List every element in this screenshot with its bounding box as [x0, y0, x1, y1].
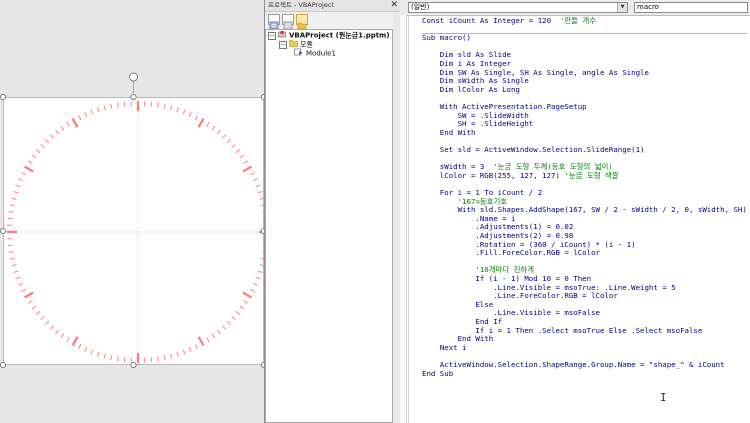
code-line[interactable]: ActiveWindow.Selection.ShapeRange.Group.…	[422, 360, 725, 370]
code-gutter	[400, 15, 407, 423]
object-combobox[interactable]: (일반) ▼	[408, 2, 628, 13]
collapse-icon[interactable]: −	[268, 31, 276, 40]
code-text: .Fill.ForeColor.RGB = lColor	[422, 248, 600, 258]
project-title: 프로젝트 - VBAProject	[268, 1, 334, 9]
project-toolbar	[265, 12, 400, 30]
chevron-down-icon[interactable]: ▼	[617, 3, 627, 12]
tree-item-label: Module1	[306, 49, 336, 58]
view-code-button[interactable]	[268, 14, 280, 30]
resize-handle[interactable]	[130, 361, 137, 368]
resize-handle[interactable]	[0, 94, 6, 101]
resize-handle[interactable]	[0, 361, 6, 368]
code-text: End Sub	[422, 368, 454, 378]
code-line[interactable]: lColor = RGB(255, 127, 127) '눈금 도형 색깔	[422, 170, 619, 181]
code-window: (일반) ▼ macro Const iCount As Integer = 1…	[400, 0, 750, 423]
module-icon	[294, 48, 304, 59]
slide-canvas[interactable]	[0, 0, 264, 423]
code-text: Sub macro()	[422, 33, 471, 43]
code-text: lColor = RGB(255, 127, 127)	[422, 170, 565, 180]
code-header: (일반) ▼ macro	[400, 0, 750, 16]
code-text: Const iCount As Integer = 120	[422, 16, 560, 25]
rotate-handle-icon[interactable]	[129, 72, 138, 82]
code-line[interactable]: Const iCount As Integer = 120 '만들 개수	[422, 16, 597, 26]
resize-handle[interactable]	[130, 94, 137, 101]
procedure-combobox[interactable]: macro	[634, 2, 748, 13]
tree-scrollbar[interactable]	[393, 12, 400, 423]
view-object-button[interactable]	[282, 14, 294, 30]
margin-indicator-bar[interactable]	[408, 15, 409, 423]
procedure-separator	[422, 33, 747, 35]
code-line[interactable]: .Fill.ForeColor.RGB = lColor	[422, 248, 600, 258]
code-text: Next i	[422, 342, 467, 352]
code-comment: '눈금 도형 색깔	[564, 170, 619, 180]
resize-handle[interactable]	[0, 227, 6, 234]
code-text: Dim lColor As Long	[422, 84, 520, 94]
project-explorer: 프로젝트 - VBAProject ✕ − VBAProject (원눈금1.pp…	[265, 0, 400, 423]
tree-item-module1[interactable]: Module1	[294, 48, 336, 59]
code-line[interactable]: End With	[422, 127, 476, 138]
code-text: Set sld = ActiveWindow.Selection.SlideRa…	[422, 145, 645, 154]
ibeam-cursor-icon: I	[660, 391, 667, 404]
project-titlebar: 프로젝트 - VBAProject ✕	[265, 0, 400, 12]
close-icon[interactable]: ✕	[390, 0, 398, 11]
code-comment: '만들 개수	[559, 16, 597, 25]
code-line[interactable]: Next i	[422, 342, 467, 353]
toggle-folders-button[interactable]	[296, 14, 308, 30]
code-line[interactable]: Set sld = ActiveWindow.Selection.SlideRa…	[422, 145, 645, 155]
collapse-icon[interactable]: −	[279, 40, 287, 49]
code-line[interactable]: Dim lColor As Long	[422, 84, 520, 95]
selection-handles[interactable]	[0, 0, 264, 423]
object-combobox-value: (일반)	[411, 3, 430, 11]
code-line[interactable]: End Sub	[422, 368, 454, 379]
project-tree[interactable]: − VBAProject (원눈금1.pptm) − 모듈 Module1	[265, 29, 393, 423]
code-text: ActiveWindow.Selection.ShapeRange.Group.…	[422, 360, 725, 369]
code-editor[interactable]: Const iCount As Integer = 120 '만들 개수 Sub …	[422, 15, 747, 423]
code-line[interactable]: Sub macro()	[422, 33, 471, 43]
procedure-combobox-value: macro	[637, 3, 659, 11]
code-text: End With	[422, 127, 476, 137]
